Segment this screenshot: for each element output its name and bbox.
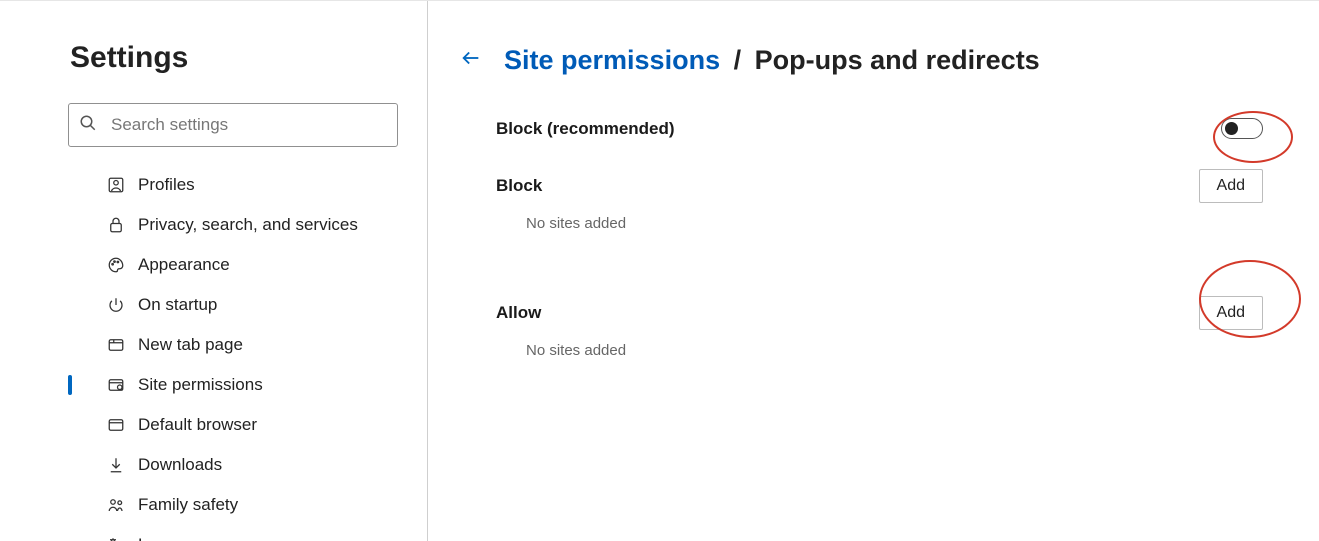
nav-item-site-permissions[interactable]: Site permissions — [68, 365, 399, 405]
nav-item-family-safety[interactable]: Family safety — [68, 485, 399, 525]
languages-icon — [102, 536, 130, 541]
newtab-icon — [102, 336, 130, 354]
allow-section-header: Allow Add — [456, 288, 1263, 338]
block-section-label: Block — [496, 176, 542, 196]
site-permissions-icon — [102, 376, 130, 394]
nav-item-startup[interactable]: On startup — [68, 285, 399, 325]
main-content: Site permissions / Pop-ups and redirects… — [428, 1, 1319, 541]
nav-label: Default browser — [138, 415, 257, 435]
nav-label: Privacy, search, and services — [138, 215, 358, 235]
block-empty-text: No sites added — [456, 215, 1263, 232]
lock-icon — [102, 216, 130, 234]
nav-item-privacy[interactable]: Privacy, search, and services — [68, 205, 399, 245]
search-icon — [79, 114, 111, 137]
settings-sidebar: Settings Profiles — [0, 1, 428, 541]
nav-item-downloads[interactable]: Downloads — [68, 445, 399, 485]
allow-empty-text: No sites added — [456, 342, 1263, 359]
back-arrow-icon[interactable] — [456, 43, 486, 78]
breadcrumb: Site permissions / Pop-ups and redirects — [456, 43, 1263, 78]
nav-label: Downloads — [138, 455, 222, 475]
block-recommended-label: Block (recommended) — [496, 119, 675, 139]
breadcrumb-separator: / — [728, 45, 748, 75]
nav-item-newtab[interactable]: New tab page — [68, 325, 399, 365]
download-icon — [102, 456, 130, 474]
block-recommended-toggle[interactable] — [1221, 118, 1263, 139]
nav-label: Languages — [138, 535, 222, 541]
nav-label: New tab page — [138, 335, 243, 355]
search-settings-input-wrap[interactable] — [68, 103, 398, 147]
power-icon — [102, 296, 130, 314]
nav-label: Profiles — [138, 175, 195, 195]
nav-item-languages[interactable]: Languages — [68, 525, 399, 541]
settings-title: Settings — [70, 41, 399, 75]
profile-icon — [102, 176, 130, 194]
nav-item-profiles[interactable]: Profiles — [68, 165, 399, 205]
block-recommended-row: Block (recommended) — [456, 110, 1263, 147]
settings-nav: Profiles Privacy, search, and services — [68, 165, 399, 541]
nav-label: On startup — [138, 295, 217, 315]
block-section-header: Block Add — [456, 161, 1263, 211]
search-settings-input[interactable] — [111, 115, 387, 135]
allow-section-label: Allow — [496, 303, 541, 323]
breadcrumb-current: Pop-ups and redirects — [755, 45, 1040, 75]
nav-item-appearance[interactable]: Appearance — [68, 245, 399, 285]
palette-icon — [102, 256, 130, 274]
allow-add-button[interactable]: Add — [1199, 296, 1263, 330]
nav-label: Family safety — [138, 495, 238, 515]
family-icon — [102, 496, 130, 514]
nav-label: Appearance — [138, 255, 230, 275]
block-add-button[interactable]: Add — [1199, 169, 1263, 203]
nav-label: Site permissions — [138, 375, 263, 395]
breadcrumb-parent-link[interactable]: Site permissions — [504, 45, 720, 75]
browser-icon — [102, 416, 130, 434]
nav-item-default-browser[interactable]: Default browser — [68, 405, 399, 445]
